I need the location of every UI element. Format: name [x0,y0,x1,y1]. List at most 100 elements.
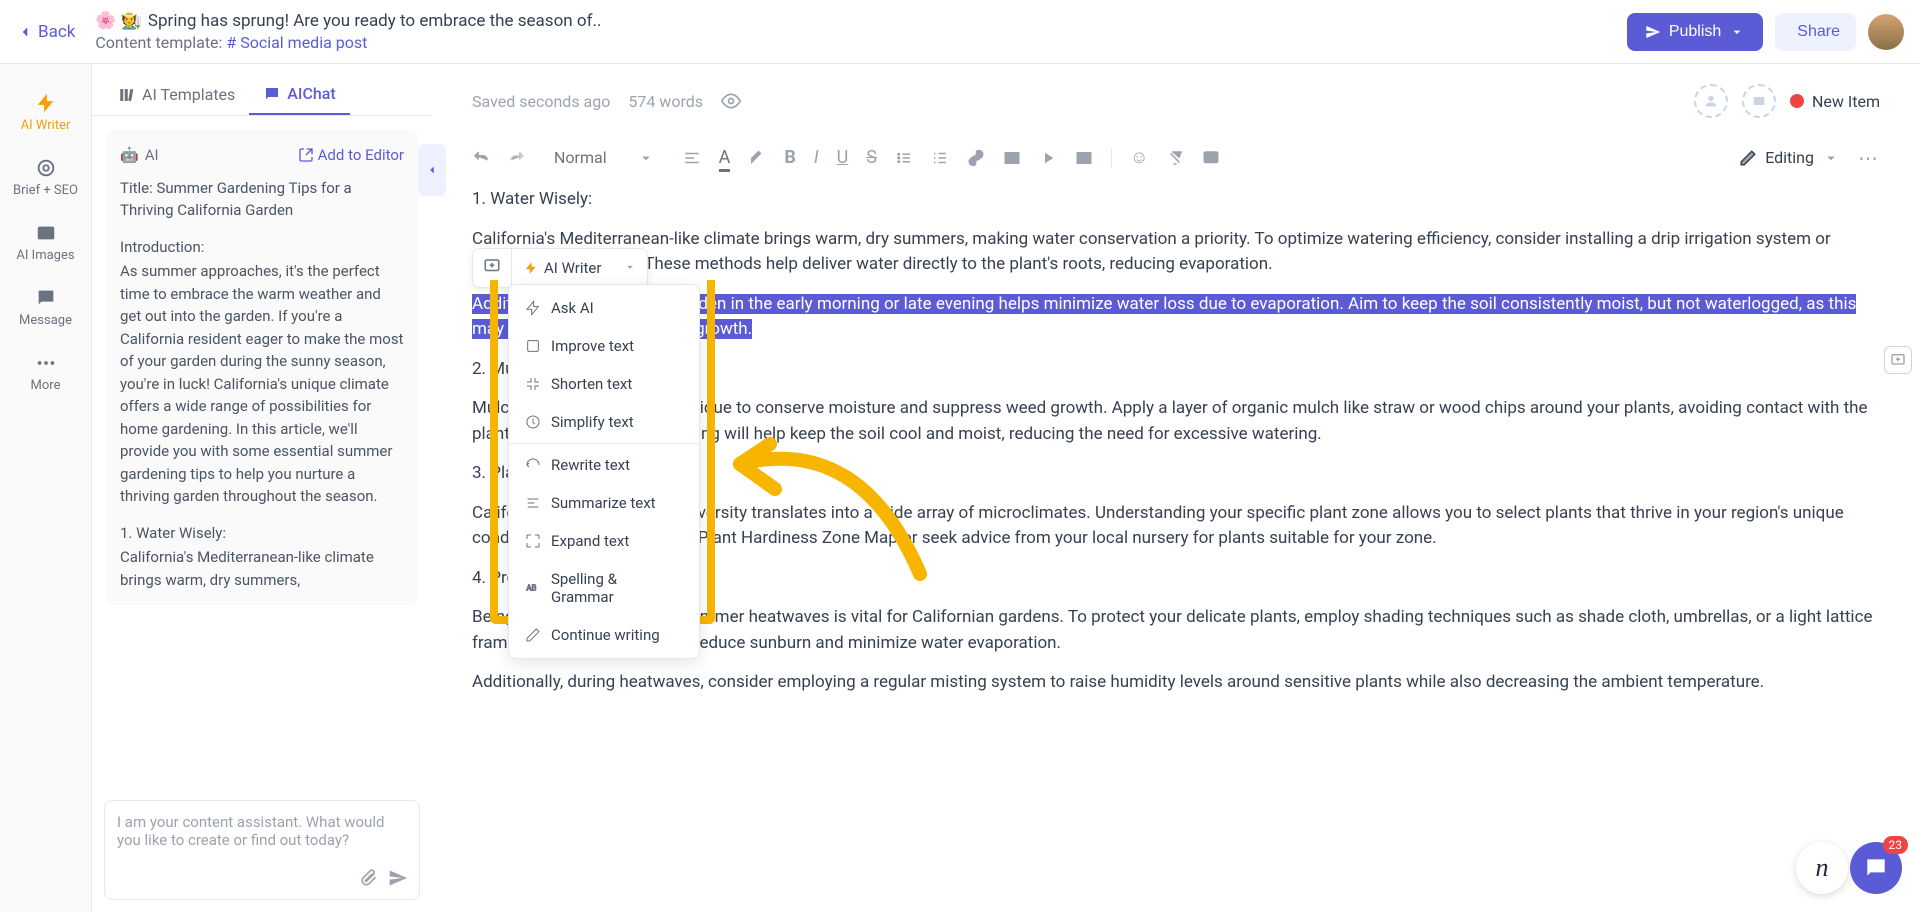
rail-more[interactable]: More [0,340,91,405]
rail-ai-images[interactable]: AI Images [0,210,91,275]
dropdown-expand[interactable]: Expand text [509,522,699,560]
dropdown-shorten[interactable]: Shorten text [509,365,699,403]
chevron-down-icon [1822,149,1840,167]
underline-icon[interactable]: U [837,147,849,168]
more-icon[interactable]: ⋯ [1858,146,1880,170]
bolt-icon [35,92,57,114]
link-icon[interactable] [967,149,985,167]
back-button[interactable]: Back [16,22,75,42]
floating-chat[interactable]: 23 [1850,842,1902,894]
pill-chevron[interactable] [613,251,647,286]
rail-message[interactable]: Message [0,275,91,340]
ai-intro-heading: Introduction: [120,236,404,259]
svg-text:AB: AB [526,584,536,593]
clear-format-icon[interactable] [1166,149,1184,167]
dropdown-spelling[interactable]: ABSpelling & Grammar [509,560,699,616]
ai-block: 🤖 AI Add to Editor Title: Summer Gardeni… [106,130,418,605]
dropdown-rewrite[interactable]: Rewrite text [509,446,699,484]
strike-icon[interactable]: S [866,147,877,168]
chat-badge: 23 [1883,836,1909,854]
n-bubble[interactable]: n [1796,842,1848,894]
back-label: Back [38,22,75,42]
publish-label: Publish [1669,23,1721,41]
toolbar: Normal A B I U S ☺ Editing [472,136,1880,187]
editing-label: Editing [1765,148,1814,167]
improve-icon [525,338,541,354]
redo-icon[interactable] [508,149,526,167]
rail-ai-writer[interactable]: AI Writer [0,80,91,145]
image-icon [35,222,57,244]
avatar[interactable] [1868,14,1904,50]
image-icon [1751,93,1767,109]
dropdown-simplify[interactable]: Simplify text [509,403,699,441]
add-image-placeholder[interactable] [1742,84,1776,118]
top-actions: Publish Share [1627,13,1904,51]
doc-heading-1: 1. Water Wisely: [472,187,1880,213]
send-icon[interactable] [388,868,408,888]
add-to-editor-label: Add to Editor [318,144,404,167]
pill-ai-writer[interactable]: AI Writer [512,251,613,285]
bold-icon[interactable]: B [784,147,796,168]
person-icon [1703,93,1719,109]
number-list-icon[interactable] [931,149,949,167]
simplify-icon [525,414,541,430]
chat-icon [1863,855,1889,881]
insert-icon [298,147,314,163]
expand-icon [525,533,541,549]
sidebar-collapse[interactable] [418,144,446,196]
highlight-icon[interactable] [748,149,766,167]
robot-icon: 🤖 [120,144,139,167]
add-comment-button[interactable] [1884,346,1912,374]
template-link[interactable]: # Social media post [226,33,367,52]
ai-h1-body: California's Mediterranean-like climate … [120,546,404,591]
attachment-icon[interactable] [358,868,378,888]
rail-label: AI Images [16,248,74,263]
comment-plus-icon [1890,352,1906,368]
tab-label: AI Templates [142,85,235,104]
doc-p1: California's Mediterranean-like climate … [472,227,1880,278]
ai-block-header: 🤖 AI Add to Editor [120,144,404,167]
title-emojis: 🌸 🧑‍🌾 [95,11,142,31]
top-header: Back 🌸 🧑‍🌾 Spring has sprung! Are you re… [0,0,1920,64]
emoji-icon[interactable]: ☺ [1130,147,1148,168]
chevron-down-icon [623,260,637,274]
chat-icon [35,287,57,309]
tab-ai-templates[interactable]: AI Templates [104,74,249,115]
ai-label-text: AI [145,144,159,167]
add-user-placeholder[interactable] [1694,84,1728,118]
add-to-editor-button[interactable]: Add to Editor [298,144,404,167]
ai-h1: 1. Water Wisely: [120,522,404,545]
share-button[interactable]: Share [1775,13,1856,51]
dropdown-continue[interactable]: Continue writing [509,616,699,654]
undo-icon[interactable] [472,149,490,167]
editing-mode[interactable]: Editing [1739,148,1840,167]
bolt-icon [525,300,541,316]
pill-label: AI Writer [544,259,601,277]
comment-icon[interactable] [1202,149,1220,167]
word-count: 574 words [628,92,703,111]
table-icon[interactable] [1075,149,1093,167]
style-select[interactable]: Normal [544,144,665,171]
pencil-icon [1739,149,1757,167]
align-icon[interactable] [683,149,701,167]
italic-icon[interactable]: I [814,147,819,168]
publish-button[interactable]: Publish [1627,13,1763,51]
video-icon[interactable] [1039,149,1057,167]
editor-meta-right: New Item [1694,84,1880,118]
font-color-icon[interactable]: A [719,147,731,168]
chat-input-actions [358,868,408,888]
image-insert-icon[interactable] [1003,149,1021,167]
main-layout: AI Writer Brief + SEO AI Images Message … [0,64,1920,912]
new-item[interactable]: New Item [1790,92,1880,111]
dropdown-summarize[interactable]: Summarize text [509,484,699,522]
bullet-list-icon[interactable] [895,149,913,167]
rail-label: Message [19,313,72,328]
rail-brief-seo[interactable]: Brief + SEO [0,145,91,210]
divider [1111,148,1112,168]
dropdown-ask-ai[interactable]: Ask AI [509,289,699,327]
pill-plus[interactable] [473,249,512,287]
dots-icon [35,352,57,374]
eye-icon[interactable] [721,91,741,111]
tab-aichat[interactable]: AIChat [249,74,349,115]
dropdown-improve[interactable]: Improve text [509,327,699,365]
